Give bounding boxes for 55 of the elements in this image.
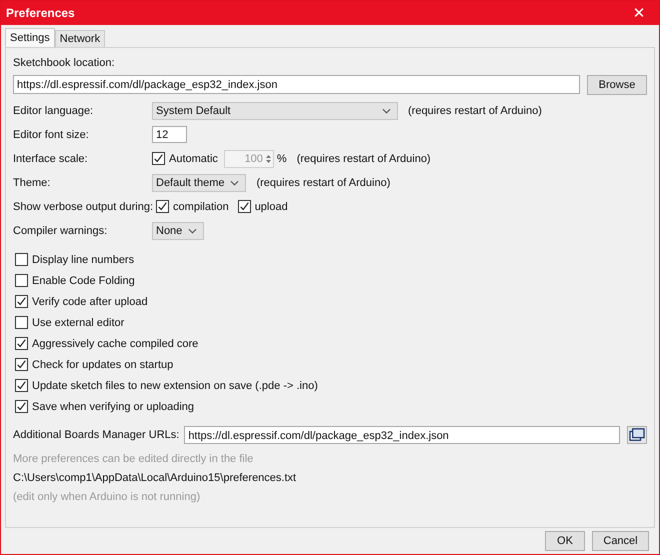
dialog-button[interactable]: OK [545, 531, 585, 551]
checkbox[interactable] [15, 295, 28, 308]
checkbox-label: Verify code after upload [32, 296, 148, 308]
field-label: Editor language: [13, 104, 94, 116]
language-dropdown[interactable]: System Default [152, 102, 398, 120]
field-label: Compiler warnings: [13, 224, 108, 236]
checkbox-label: Check for updates on startup [32, 358, 174, 370]
checkbox-label: compilation [173, 200, 229, 212]
warnings-dropdown[interactable]: None [152, 222, 204, 240]
sketchbook-field[interactable]: https://dl.espressif.com/dl/package_esp32_index.json [13, 75, 580, 94]
checkbox[interactable] [15, 379, 28, 392]
restart-note: (requires restart of Arduino) [408, 104, 542, 116]
browse-button[interactable]: Browse [587, 74, 647, 94]
checkbox[interactable] [238, 200, 251, 213]
theme-dropdown[interactable]: Default theme [152, 174, 246, 192]
field-label: Additional Boards Manager URLs: [13, 428, 180, 440]
caret-icon [382, 108, 391, 114]
checkbox-label: Automatic [169, 152, 218, 164]
dialog-button[interactable]: Cancel [592, 531, 649, 551]
checkbox[interactable] [15, 316, 28, 329]
caret-icon [230, 180, 240, 186]
checkbox[interactable] [15, 253, 28, 266]
checkbox-label: upload [254, 200, 288, 212]
percent-label: % [276, 152, 287, 164]
checkbox[interactable] [152, 152, 165, 165]
field-label: Interface scale: [13, 152, 89, 164]
checkbox-label: Enable Code Folding [32, 274, 135, 286]
hint-text: (edit only when Arduino is not running) [13, 491, 202, 503]
tab[interactable]: Settings [5, 28, 55, 47]
checkbox[interactable] [15, 274, 28, 287]
window-icon[interactable] [627, 426, 647, 444]
tab[interactable]: Network [54, 30, 106, 47]
checkbox-label: Aggressively cache compiled core [32, 338, 198, 350]
font-size-field[interactable]: 12 [152, 126, 187, 143]
caret-icon [188, 228, 198, 234]
field-label: Theme: [13, 176, 52, 188]
window-title: Preferences [5, 6, 75, 20]
checkbox[interactable] [15, 358, 28, 371]
field-label: Show verbose output during: [13, 200, 154, 212]
checkbox-label: Save when verifying or uploading [32, 400, 194, 412]
spinner-arrows-icon[interactable] [264, 152, 272, 164]
close-button[interactable]: ✕ [619, 1, 659, 25]
restart-note: (requires restart of Arduino) [296, 152, 431, 164]
hint-text: More preferences can be edited directly in the file [13, 453, 254, 465]
checkbox-label: Display line numbers [32, 254, 134, 266]
field-label: Sketchbook location: [13, 57, 116, 69]
checkbox[interactable] [15, 400, 28, 413]
checkbox[interactable] [15, 337, 28, 350]
checkbox-label: Use external editor [32, 316, 124, 328]
checkbox[interactable] [156, 200, 170, 213]
field-label: Editor font size: [13, 128, 90, 140]
checkbox-label: Update sketch files to new extension on save (.pde -> .ino) [32, 380, 318, 392]
restart-note: (requires restart of Arduino) [256, 176, 390, 188]
file-path: C:\Users\comp1\AppData\Local\Arduino15\preferences.txt [13, 472, 298, 484]
boards-url-field[interactable]: https://dl.espressif.com/dl/package_esp32_index.json [184, 426, 620, 444]
